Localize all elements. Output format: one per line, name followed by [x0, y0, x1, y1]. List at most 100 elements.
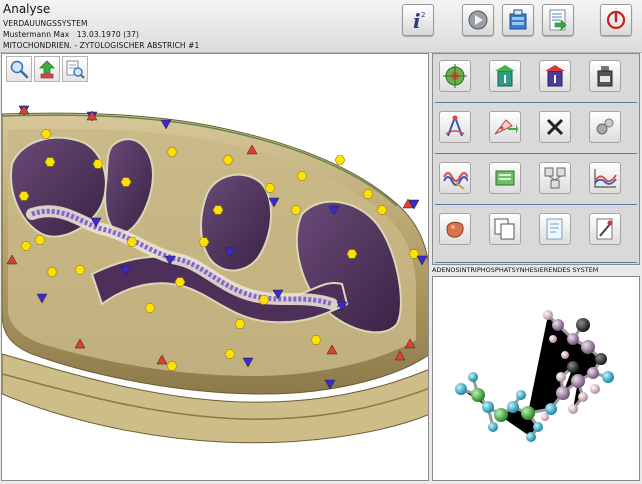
funnel-green-tool-button[interactable] [489, 60, 521, 92]
organ-icon [446, 221, 464, 238]
header-bar: Analyse VERDAUUNGSSYSTEM Mustermann Max … [0, 0, 642, 53]
patient-dob: 13.03.1970 (37) [76, 30, 140, 39]
funnel-red-icon [545, 65, 565, 87]
target-tool-button[interactable] [439, 60, 471, 92]
atom-sphere [543, 310, 553, 320]
yellow-marker [334, 155, 346, 165]
play-button[interactable] [462, 4, 494, 36]
yellow-marker [120, 177, 132, 187]
atom-sphere [561, 351, 569, 359]
yellow-marker [376, 205, 388, 215]
atom-sphere [471, 388, 485, 402]
funnel-red-tool-button[interactable] [539, 60, 571, 92]
pipette-icon [494, 119, 518, 135]
power-icon [606, 10, 626, 30]
yellow-marker [166, 147, 178, 157]
tools-tool-button[interactable] [589, 213, 621, 245]
atom-sphere [507, 401, 519, 413]
atp-molecule-model[interactable] [433, 277, 639, 480]
document-tool-button[interactable] [539, 213, 571, 245]
app-title: Analyse [3, 2, 51, 16]
wave-icon [443, 172, 468, 190]
molecule-icon [596, 118, 614, 135]
bottle-tool-button[interactable] [589, 60, 621, 92]
atom-sphere [595, 353, 607, 365]
atom-sphere [545, 403, 557, 415]
atom-sphere [556, 386, 570, 400]
zoom-tool-button[interactable] [6, 56, 32, 82]
panel-divider [435, 204, 637, 205]
yellow-marker [234, 319, 246, 329]
upload-tool-button[interactable] [34, 56, 60, 82]
funnel-green-icon [495, 65, 515, 87]
nodes-tool-button[interactable] [539, 162, 571, 194]
yellow-marker [44, 157, 56, 167]
atom-sphere [576, 318, 590, 332]
pipette-tool-button[interactable] [489, 111, 521, 143]
atom-sphere [455, 383, 467, 395]
atom-sphere [581, 340, 595, 354]
yellow-marker [166, 361, 178, 371]
system-label: VERDAUUNGSSYSTEM [3, 19, 88, 28]
yellow-marker [258, 295, 270, 305]
molecule-tool-button[interactable] [589, 111, 621, 143]
atom-sphere [549, 335, 557, 343]
chart-tool-button[interactable] [589, 162, 621, 194]
atom-sphere [468, 372, 478, 382]
atom-sphere [568, 404, 578, 414]
patient-line: Mustermann Max 13.03.1970 (37) [3, 30, 139, 39]
nodes-icon [544, 167, 566, 189]
atom-sphere [587, 367, 599, 379]
database-button[interactable] [502, 4, 534, 36]
wave-tool-button[interactable] [439, 162, 471, 194]
bottle-icon [597, 66, 613, 87]
chart-icon [594, 169, 617, 188]
stop-button[interactable] [600, 4, 632, 36]
patient-name: Mustermann Max [3, 30, 70, 39]
yellow-marker [144, 303, 156, 313]
atom-sphere [571, 374, 585, 388]
analysis-tool-panel [432, 53, 640, 265]
info-button[interactable]: i 2 [402, 4, 434, 36]
molecule-viewer[interactable] [432, 276, 640, 481]
yellow-marker [40, 129, 52, 139]
info-icon: i 2 [413, 9, 425, 32]
yellow-marker [290, 205, 302, 215]
cross-tool-button[interactable] [539, 111, 571, 143]
atom-sphere [516, 390, 526, 400]
molecule-title: ADENOSINTRIPHOSPHATSYNHESIERENDES SYSTEM [432, 266, 599, 274]
copy-tool-button[interactable] [489, 213, 521, 245]
yellow-marker [20, 241, 32, 251]
yellow-marker [18, 191, 30, 201]
mitochondrion-image[interactable] [2, 54, 429, 481]
atom-sphere [578, 392, 588, 402]
cell-viewer[interactable] [1, 53, 429, 481]
atom-sphere [552, 319, 564, 331]
panel-divider [435, 102, 637, 103]
target-icon [443, 64, 467, 88]
yellow-marker [222, 155, 234, 165]
atom-sphere [590, 384, 600, 394]
report-icon [549, 9, 567, 31]
search-file-tool-button[interactable] [62, 56, 88, 82]
database-icon [509, 9, 527, 30]
document-icon [546, 218, 563, 240]
compass-tool-button[interactable] [439, 111, 471, 143]
organ-tool-button[interactable] [439, 213, 471, 245]
yellow-marker [92, 159, 104, 169]
panel-divider [435, 153, 637, 154]
sample-label: MITOCHONDRIEN. - ZYTOLOGISCHER ABSTRICH … [3, 41, 200, 50]
atom-sphere [556, 372, 566, 382]
panel-divider [435, 262, 637, 263]
yellow-marker [296, 171, 308, 181]
play-icon [468, 10, 488, 30]
yellow-marker [212, 205, 224, 215]
recycle-tool-button[interactable] [489, 162, 521, 194]
yellow-marker [362, 189, 374, 199]
atom-sphere [602, 371, 614, 383]
svg-text:2: 2 [421, 11, 425, 19]
atom-sphere [567, 333, 579, 345]
atom-sphere [567, 361, 579, 373]
report-button[interactable] [542, 4, 574, 36]
atom-sphere [482, 401, 494, 413]
